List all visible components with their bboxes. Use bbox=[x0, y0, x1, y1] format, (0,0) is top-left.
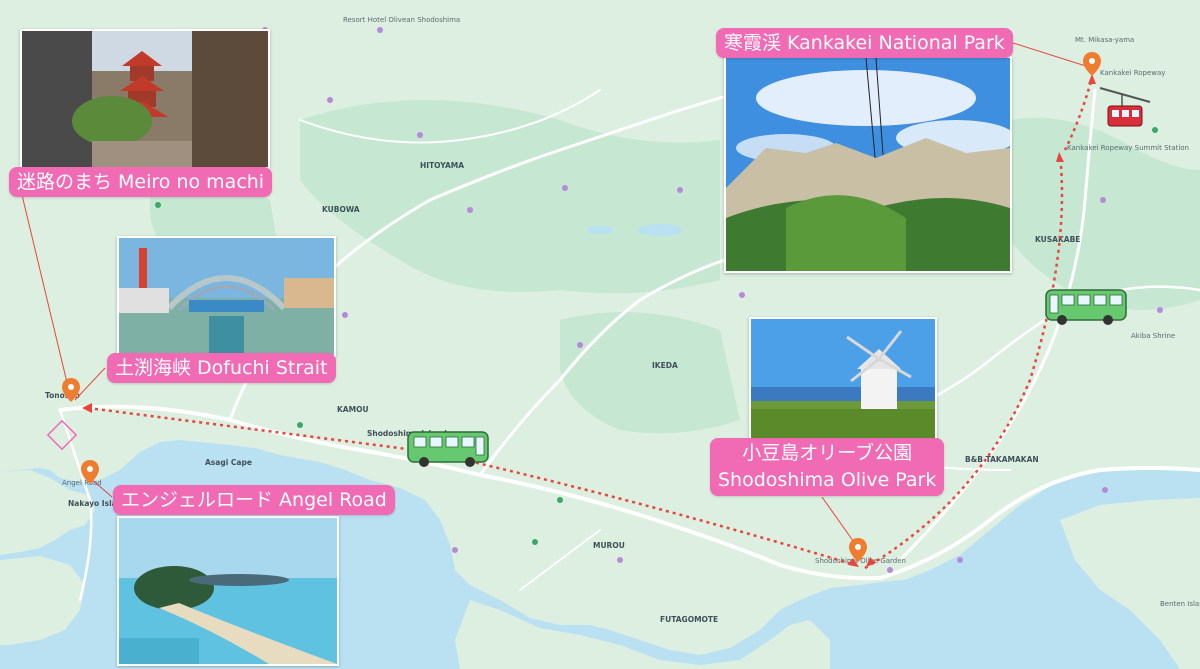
spot-label-dofuchi[interactable]: 土渕海峡 Dofuchi Strait bbox=[107, 353, 336, 383]
spot-label-meiro[interactable]: 迷路のまち Meiro no machi bbox=[9, 167, 273, 197]
place-kubowa: KUBOWA bbox=[322, 205, 360, 214]
photo-angel-road bbox=[117, 516, 339, 666]
photo-olive-park bbox=[749, 317, 937, 442]
place-ikeda: IKEDA bbox=[652, 361, 678, 370]
spot-label-olive-park-en: Shodoshima Olive Park bbox=[718, 469, 937, 491]
place-kamou: KAMOU bbox=[337, 405, 369, 414]
place-asagi-cape: Asagi Cape bbox=[205, 458, 252, 467]
spot-label-olive-park-jp: 小豆島オリーブ公園 bbox=[742, 442, 913, 464]
place-kusakabe: KUSAKABE bbox=[1035, 235, 1080, 244]
reservoir bbox=[586, 226, 614, 234]
photo-meiro-no-machi bbox=[20, 29, 270, 169]
place-hitoyama: HITOYAMA bbox=[420, 161, 464, 170]
place-murou: MUROU bbox=[593, 541, 625, 550]
reservoir bbox=[638, 224, 682, 236]
spot-label-olive-park[interactable]: 小豆島オリーブ公園 Shodoshima Olive Park bbox=[710, 438, 945, 496]
place-benten: Benten Island bbox=[1160, 600, 1200, 608]
photo-kankakei bbox=[724, 56, 1012, 273]
spot-label-kankakei[interactable]: 寒霞渓 Kankakei National Park bbox=[716, 28, 1013, 58]
bus-icon bbox=[1045, 289, 1127, 325]
spot-label-angel-road[interactable]: エンジェルロード Angel Road bbox=[113, 485, 395, 515]
bus-icon bbox=[407, 431, 489, 467]
photo-dofuchi-strait bbox=[117, 236, 336, 357]
place-futagomote: FUTAGOMOTE bbox=[660, 615, 718, 624]
place-kankakei-station: Kankakei Ropeway Summit Station bbox=[1067, 144, 1189, 152]
place-bb-takamakan: B&B TAKAMAKAN bbox=[965, 455, 1039, 464]
place-kankakei-ropeway: Kankakei Ropeway bbox=[1100, 69, 1165, 77]
place-akiba-shrine: Akiba Shrine bbox=[1131, 332, 1175, 340]
place-resort-hotel: Resort Hotel Olivean Shodoshima bbox=[343, 16, 460, 24]
place-mt-mikasa: Mt. Mikasa-yama bbox=[1075, 36, 1134, 44]
